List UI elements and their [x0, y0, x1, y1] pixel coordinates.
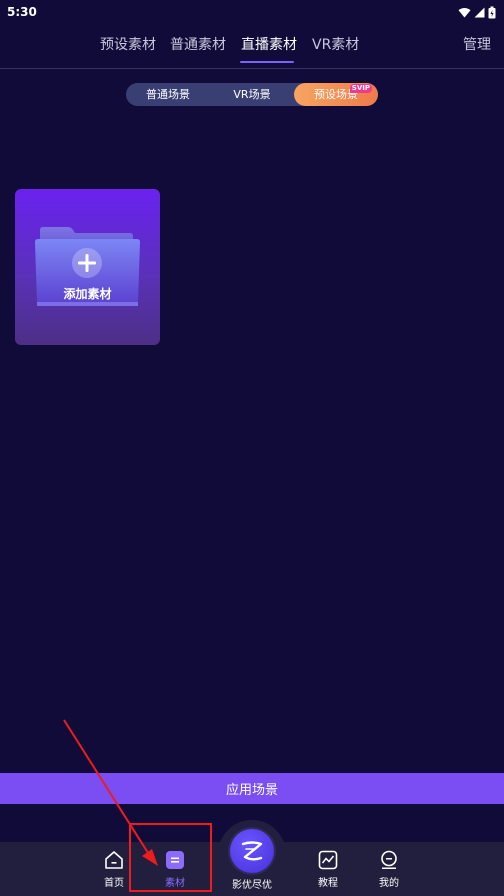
- tab-normal-material[interactable]: 普通素材: [170, 34, 226, 54]
- material-icon: [166, 851, 184, 869]
- brand-z-icon: [241, 841, 263, 861]
- segment-preset-scene[interactable]: 预设场景 SVIP: [294, 83, 378, 106]
- nav-label-material: 素材: [165, 878, 185, 889]
- wifi-icon: [458, 7, 471, 17]
- nav-item-home[interactable]: 首页: [84, 850, 144, 889]
- header-divider: [0, 68, 504, 69]
- battery-icon: [488, 6, 496, 18]
- apply-scene-label: 应用场景: [225, 783, 278, 798]
- nav-item-profile[interactable]: 我的: [359, 850, 419, 889]
- svip-badge: SVIP: [349, 84, 372, 93]
- manage-button[interactable]: 管理: [463, 34, 491, 54]
- nav-label-tutorial: 教程: [318, 878, 338, 889]
- annotation-arrow: [63, 719, 158, 866]
- status-icons: [458, 6, 496, 19]
- profile-icon: [381, 850, 397, 869]
- segment-vr-scene[interactable]: VR场景: [210, 83, 294, 106]
- add-material-card[interactable]: 添加素材: [15, 189, 160, 345]
- status-time: 5:30: [7, 5, 37, 19]
- nav-label-brand-center: 影优尽优: [232, 880, 272, 891]
- scene-segmented-control: 普通场景 VR场景 预设场景 SVIP: [126, 83, 378, 106]
- tab-live-material[interactable]: 直播素材: [241, 34, 297, 54]
- apply-scene-button[interactable]: 应用场景: [0, 773, 504, 804]
- home-icon: [105, 851, 123, 869]
- add-material-label: 添加素材: [63, 287, 112, 301]
- nav-item-tutorial[interactable]: 教程: [298, 850, 358, 889]
- active-tab-indicator: [240, 61, 294, 63]
- tab-preset-material[interactable]: 预设素材: [100, 34, 156, 54]
- signal-icon: [474, 7, 485, 17]
- status-bar: 5:30: [0, 0, 504, 24]
- tutorial-icon: [318, 850, 338, 870]
- nav-item-material[interactable]: 素材: [145, 850, 205, 889]
- nav-item-brand-center[interactable]: [230, 829, 274, 873]
- nav-label-home: 首页: [104, 878, 124, 889]
- tab-vr-material[interactable]: VR素材: [312, 34, 359, 54]
- nav-label-profile: 我的: [379, 878, 399, 889]
- segment-normal-scene[interactable]: 普通场景: [126, 83, 210, 106]
- material-tabs: 预设素材 普通素材 直播素材 VR素材 管理: [0, 28, 504, 64]
